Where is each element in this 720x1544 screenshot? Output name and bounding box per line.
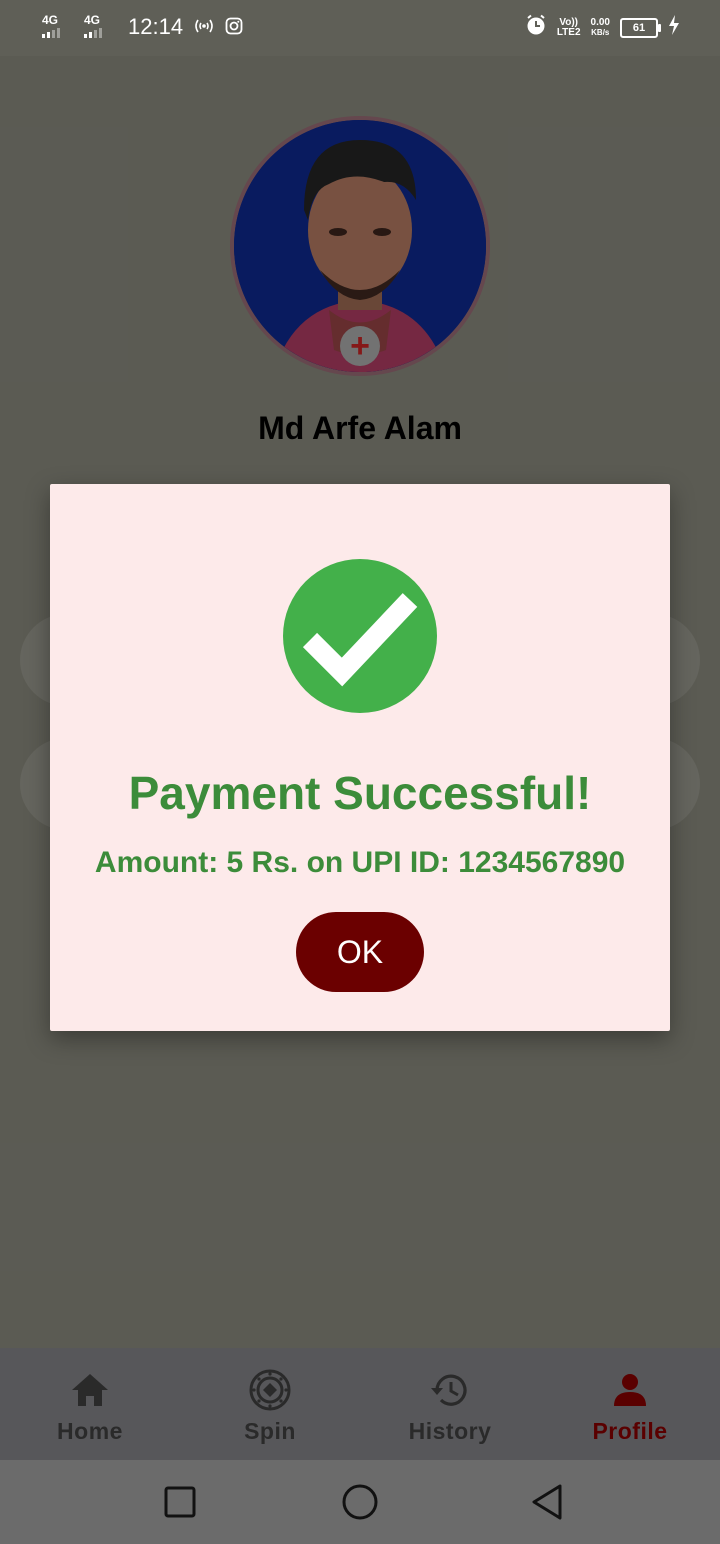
success-check-icon: [283, 559, 437, 713]
nav-item-profile[interactable]: Profile: [540, 1348, 720, 1460]
network-type-2: 4G: [84, 13, 101, 27]
nav-label-profile: Profile: [592, 1418, 668, 1444]
nav-label-home: Home: [57, 1418, 123, 1444]
status-bar-right: Vo)) LTE2 0.00 KB/s 61: [525, 14, 680, 41]
back-icon[interactable]: [528, 1482, 568, 1522]
system-navigation-bar: [0, 1460, 720, 1544]
history-icon: [431, 1374, 467, 1406]
bottom-navigation: Home Spin History Profile: [0, 1348, 720, 1460]
nav-item-spin[interactable]: Spin: [180, 1348, 360, 1460]
home-icon: [72, 1374, 108, 1406]
battery-icon: 61: [620, 17, 661, 38]
dialog-title: Payment Successful!: [128, 767, 592, 819]
alarm-icon: [525, 14, 547, 41]
status-bar-left: 4G 4G 12:14: [40, 14, 243, 40]
signal-sim2-icon: 4G: [82, 14, 114, 40]
charging-icon: [668, 15, 680, 40]
status-bar: 4G 4G 12:14 Vo)) LTE2 0.00 KB/s 61: [0, 0, 720, 56]
clock: 12:14: [128, 14, 184, 39]
nav-label-spin: Spin: [244, 1418, 296, 1444]
hotspot-icon: [193, 17, 215, 38]
spin-wheel-icon: [249, 1369, 291, 1411]
person-icon: [614, 1374, 646, 1406]
nav-item-home[interactable]: Home: [0, 1348, 180, 1460]
instagram-icon: [225, 17, 243, 38]
ok-button[interactable]: OK: [296, 912, 424, 992]
nav-item-history[interactable]: History: [360, 1348, 540, 1460]
payment-success-dialog: Payment Successful! Amount: 5 Rs. on UPI…: [50, 484, 670, 1031]
nav-label-history: History: [408, 1418, 492, 1444]
network-type-1: 4G: [42, 13, 59, 27]
recents-icon[interactable]: [160, 1482, 200, 1522]
data-speed: 0.00 KB/s: [590, 16, 610, 37]
signal-sim1-icon: 4G: [40, 14, 72, 40]
dialog-message: Amount: 5 Rs. on UPI ID: 1234567890: [94, 846, 626, 879]
volte-indicator: Vo)) LTE2: [556, 16, 581, 38]
home-circle-icon[interactable]: [340, 1482, 380, 1522]
